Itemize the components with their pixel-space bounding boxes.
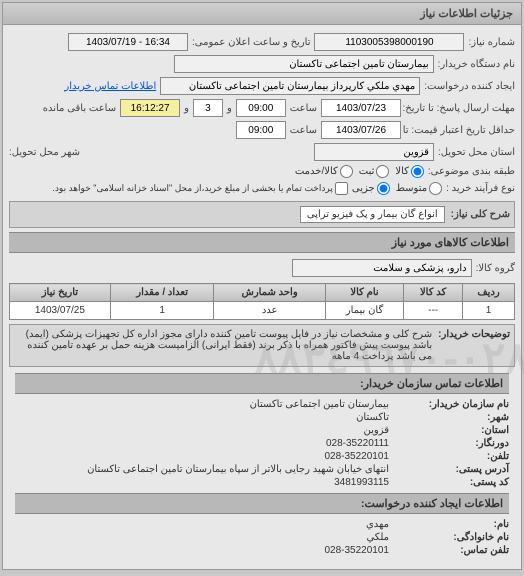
resp-time-field[interactable] (236, 99, 286, 117)
class-opt-1[interactable]: ثبت (359, 165, 390, 178)
th-qty: تعداد / مقدار (110, 284, 214, 302)
province-label: استان محل تحویل: (438, 147, 515, 158)
process-opt-0[interactable]: متوسط (396, 182, 442, 195)
radio-icon[interactable] (429, 182, 442, 195)
process-note-check[interactable]: پرداخت تمام یا بخشی از مبلغ خرید،از محل … (52, 182, 347, 195)
c-phone-label: تلفن: (389, 451, 509, 462)
creator-label: ایجاد کننده درخواست: (424, 81, 515, 92)
group-field (292, 259, 472, 277)
req-no-field (314, 33, 464, 51)
c-post: 3481993115 (334, 477, 389, 488)
items-table: ردیف کد کالا نام کالا واحد شمارش تعداد /… (9, 283, 515, 320)
remain-and-label: و (184, 103, 189, 114)
c-cphone: 028-35220101 (324, 545, 389, 556)
th-code: کد کالا (404, 284, 463, 302)
resp-time-label: ساعت (290, 103, 317, 114)
c-org: بیمارستان تامین اجتماعی تاکستان (250, 399, 389, 410)
c-addr: انتهای خیابان شهید رجایی بالاتر از سپاه … (87, 464, 389, 475)
resp-to-label: مهلت ارسال پاسخ: تا تاریخ: (405, 103, 515, 114)
cell-date: 1403/07/25 (10, 302, 111, 320)
valid-time-label: ساعت (290, 125, 317, 136)
radio-icon[interactable] (377, 182, 390, 195)
class-opt-0[interactable]: کالا (395, 165, 424, 178)
class-label: طبقه بندی موضوعی: (428, 166, 515, 177)
items-section-title: اطلاعات کالاهای مورد نیاز (9, 232, 515, 253)
cell-name: گان بیمار (325, 302, 403, 320)
th-idx: ردیف (463, 284, 515, 302)
th-unit: واحد شمارش (214, 284, 325, 302)
c-cname-label: نام: (389, 519, 509, 530)
remain-suffix: ساعت باقی مانده (43, 103, 116, 114)
details-panel: جزئیات اطلاعات نیاز شماره نیاز: تاریخ و … (2, 2, 522, 570)
creator-field (160, 77, 420, 95)
remain-time-field (120, 99, 180, 117)
creator-section-title: اطلاعات ایجاد کننده درخواست: (15, 493, 509, 514)
process-label: نوع فرآیند خرید : (446, 183, 515, 194)
c-clast-label: نام خانوادگی: (389, 532, 509, 543)
buyer-notes-box: توضیحات خریدار: شرح کلی و مشخصات نیاز در… (9, 324, 515, 367)
class-opt-2[interactable]: کالا/خدمت (295, 165, 353, 178)
c-clast: ملكي (366, 532, 389, 543)
c-city-label: شهر: (389, 412, 509, 423)
pub-date-label: تاریخ و ساعت اعلان عمومی: (192, 37, 311, 48)
group-label: گروه کالا: (476, 263, 515, 274)
class-radio-group: کالا ثبت کالا/خدمت (295, 165, 424, 178)
req-no-label: شماره نیاز: (468, 37, 515, 48)
contact-section-title: اطلاعات تماس سازمان خریدار: (15, 373, 509, 394)
cell-unit: عدد (214, 302, 325, 320)
cell-idx: 1 (463, 302, 515, 320)
valid-time-field[interactable] (236, 121, 286, 139)
c-fax-label: دورنگار: (389, 438, 509, 449)
table-row[interactable]: 1 --- گان بیمار عدد 1 1403/07/25 (10, 302, 515, 320)
resp-date-field[interactable] (321, 99, 401, 117)
need-title-label: شرح کلی نیاز: (451, 209, 510, 220)
table-header-row: ردیف کد کالا نام کالا واحد شمارش تعداد /… (10, 284, 515, 302)
c-city: تاکستان (356, 412, 389, 423)
valid-date-field[interactable] (321, 121, 401, 139)
c-addr-label: آدرس پستی: (389, 464, 509, 475)
c-fax: 028-35220111 (326, 438, 389, 449)
province-field (314, 143, 434, 161)
need-title-box: شرح کلی نیاز: انواع گان بیمار و پک فیزیو… (9, 201, 515, 228)
process-radio-group: متوسط جزیی (352, 182, 442, 195)
c-cphone-label: تلفن تماس: (389, 545, 509, 556)
checkbox-icon[interactable] (335, 182, 348, 195)
c-phone: 028-35220101 (324, 451, 389, 462)
need-title-value: انواع گان بیمار و پک فیزیو تراپی (300, 206, 445, 223)
and-label: و (227, 103, 232, 114)
c-province-label: استان: (389, 425, 509, 436)
pub-date-field (68, 33, 188, 51)
panel-title: جزئیات اطلاعات نیاز (3, 3, 521, 25)
contact-link[interactable]: اطلاعات تماس خریدار (64, 81, 156, 92)
c-province: قزوين (363, 425, 389, 436)
city-label: شهر محل تحویل: (9, 147, 80, 158)
process-opt-1[interactable]: جزیی (352, 182, 390, 195)
c-post-label: کد پستی: (389, 477, 509, 488)
radio-icon[interactable] (411, 165, 424, 178)
valid-to-label: حداقل تاریخ اعتبار قیمت: تا تاریخ: (405, 125, 515, 136)
cell-code: --- (404, 302, 463, 320)
contact-section: ٠٢٨-٨٨٣٤٩٦٧٠ اطلاعات تماس سازمان خریدار:… (9, 367, 515, 563)
buyer-org-label: نام دستگاه خریدار: (438, 59, 515, 70)
c-cname: مهدي (366, 519, 389, 530)
buyer-notes-text: شرح کلی و مشخصات نیاز در فایل پیوست تامی… (14, 329, 432, 362)
th-date: تاریخ نیاز (10, 284, 111, 302)
radio-icon[interactable] (340, 165, 353, 178)
c-org-label: نام سازمان خریدار: (389, 399, 509, 410)
buyer-notes-label: توضیحات خریدار: (438, 329, 510, 362)
cell-qty: 1 (110, 302, 214, 320)
remain-days-field (193, 99, 223, 117)
th-name: نام کالا (325, 284, 403, 302)
buyer-org-field (174, 55, 434, 73)
radio-icon[interactable] (376, 165, 389, 178)
